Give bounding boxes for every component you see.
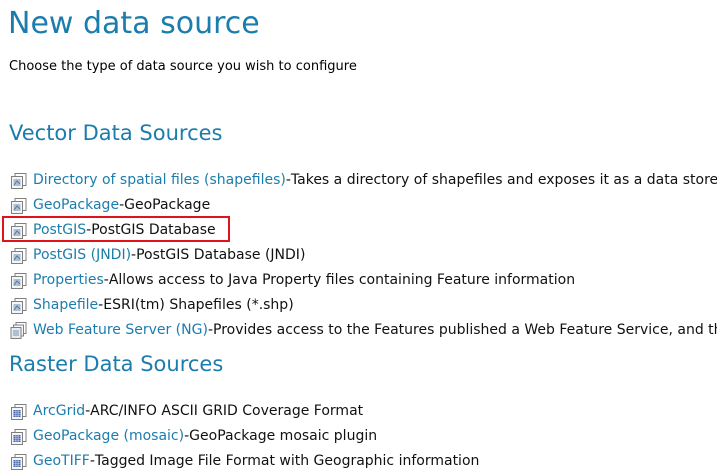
vector-source-list: Directory of spatial files (shapefiles) …: [10, 168, 717, 343]
item-description: Allows access to Java Property files con…: [108, 272, 576, 288]
vector-store-icon: [10, 297, 30, 315]
shapefile-directory-link[interactable]: Directory of spatial files (shapefiles): [33, 168, 286, 193]
item-description: ESRI(tm) Shapefiles (*.shp): [103, 297, 294, 313]
properties-link[interactable]: Properties: [33, 268, 104, 293]
postgis-jndi-link[interactable]: PostGIS (JNDI): [33, 243, 131, 268]
postgis-highlight-box: [2, 216, 230, 242]
geopackage-mosaic-link[interactable]: GeoPackage (mosaic): [33, 424, 184, 449]
wfs-ng-link[interactable]: Web Feature Server (NG): [33, 318, 208, 343]
item-description: PostGIS Database (JNDI): [136, 247, 306, 263]
vector-store-icon: [10, 197, 30, 215]
vector-section-heading: Vector Data Sources: [9, 121, 223, 145]
vector-store-icon: [10, 247, 30, 265]
shapefile-link[interactable]: Shapefile: [33, 293, 98, 318]
geotiff-link[interactable]: GeoTIFF: [33, 449, 90, 474]
raster-section-heading: Raster Data Sources: [9, 352, 224, 376]
raster-store-icon: [10, 403, 30, 421]
page-subtitle: Choose the type of data source you wish …: [9, 59, 357, 74]
vector-store-icon: [10, 272, 30, 290]
page-title: New data source: [8, 6, 260, 41]
vector-store-icon: [10, 172, 30, 190]
geopackage-link[interactable]: GeoPackage: [33, 193, 119, 218]
raster-item-arcgrid: ArcGrid - ARC/INFO ASCII GRID Coverage F…: [10, 399, 479, 424]
item-description: Tagged Image File Format with Geographic…: [94, 453, 480, 469]
raster-store-icon: [10, 428, 30, 446]
vector-item-wfs-ng: Web Feature Server (NG) - Provides acces…: [10, 318, 717, 343]
vector-item-postgis-jndi: PostGIS (JNDI) - PostGIS Database (JNDI): [10, 243, 717, 268]
item-description: Provides access to the Features publishe…: [213, 322, 717, 338]
wfs-store-icon: [10, 322, 30, 340]
item-description: Takes a directory of shapefiles and expo…: [290, 172, 717, 188]
item-description: GeoPackage mosaic plugin: [189, 428, 378, 444]
vector-item-shapefile-directory: Directory of spatial files (shapefiles) …: [10, 168, 717, 193]
vector-item-shapefile: Shapefile - ESRI(tm) Shapefiles (*.shp): [10, 293, 717, 318]
arcgrid-link[interactable]: ArcGrid: [33, 399, 85, 424]
raster-item-geotiff: GeoTIFF - Tagged Image File Format with …: [10, 449, 479, 474]
vector-item-properties: Properties - Allows access to Java Prope…: [10, 268, 717, 293]
item-description: ARC/INFO ASCII GRID Coverage Format: [90, 403, 364, 419]
raster-store-icon: [10, 453, 30, 471]
vector-item-geopackage: GeoPackage - GeoPackage: [10, 193, 717, 218]
item-description: GeoPackage: [124, 197, 211, 213]
raster-item-geopackage-mosaic: GeoPackage (mosaic) - GeoPackage mosaic …: [10, 424, 479, 449]
